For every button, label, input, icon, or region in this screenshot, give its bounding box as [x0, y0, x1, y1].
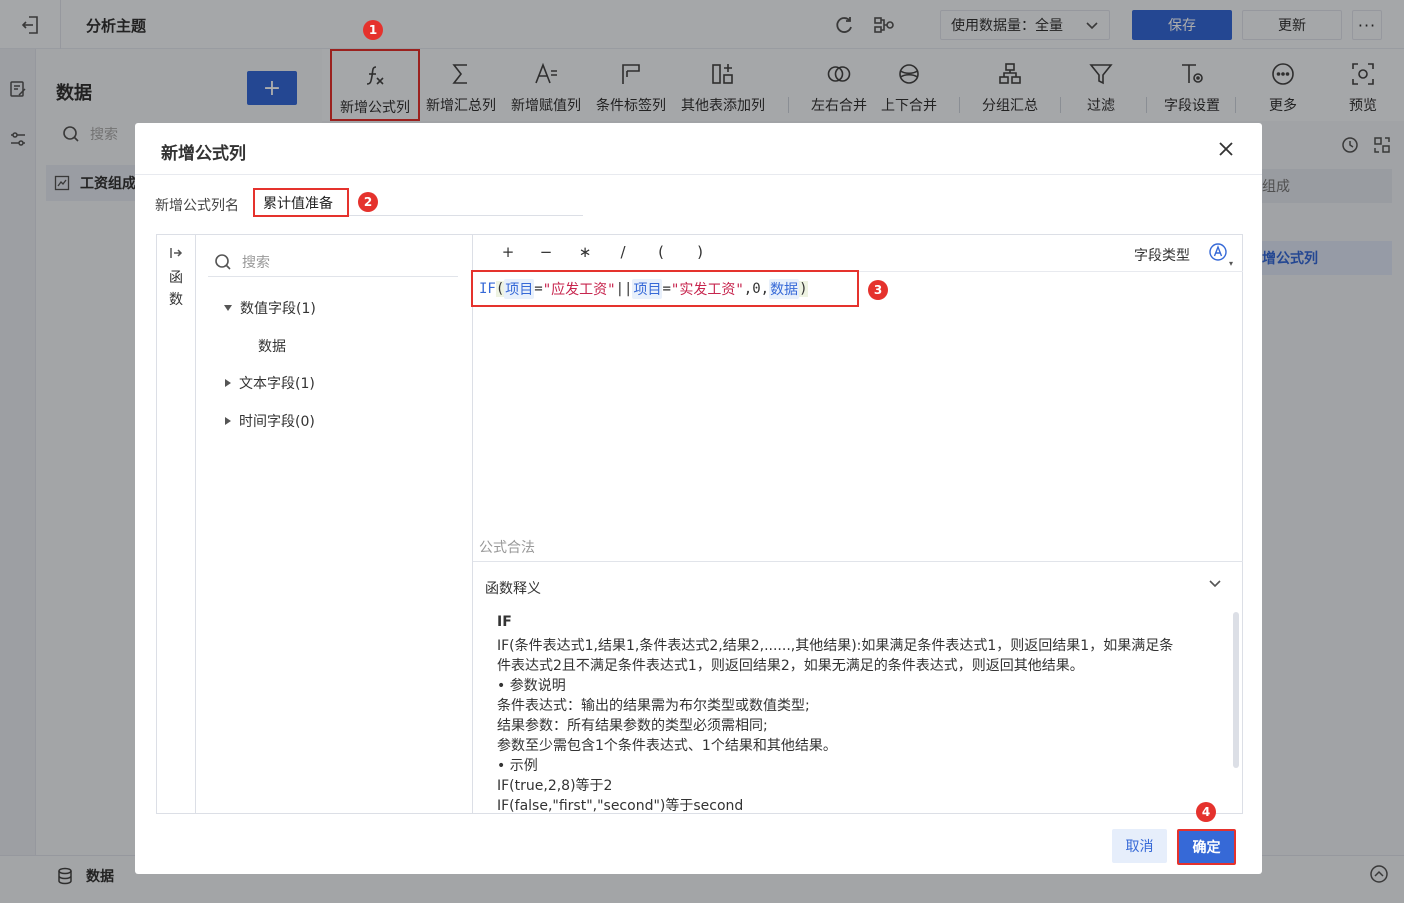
operator-bar: + − ∗ / ( ) 字段类型 ▾: [473, 235, 1243, 272]
tree-group-text[interactable]: 文本字段(1): [225, 373, 315, 393]
formula-paren: ): [799, 280, 808, 297]
dialog-title: 新增公式列: [161, 144, 246, 164]
operator-multiply-button[interactable]: ∗: [575, 243, 595, 261]
function-panel-toggle[interactable]: 函数: [157, 235, 196, 813]
explanation-content: IF IF(条件表达式1,结果1,条件表达式2,结果2,......,其他结果)…: [497, 612, 1207, 812]
tree-group-label: 时间字段(0): [239, 414, 315, 430]
caret-down-icon: ▾: [1229, 259, 1234, 268]
operator-close-paren-button[interactable]: ): [690, 243, 710, 261]
formula-operator: =: [662, 280, 671, 297]
formula-field-token: 项目: [504, 278, 535, 299]
cancel-button[interactable]: 取消: [1112, 829, 1167, 863]
explanation-line: 结果参数：所有结果参数的类型必须需相同;: [497, 718, 768, 734]
explanation-line: 参数至少需包含1个条件表达式、1个结果和其他结果。: [497, 738, 837, 754]
column-name-input[interactable]: 累计值准备: [253, 188, 349, 217]
search-icon: [215, 253, 231, 270]
explanation-line: IF(条件表达式1,结果1,条件表达式2,结果2,......,其他结果):如果…: [497, 638, 1174, 654]
explanation-function-name: IF: [497, 614, 512, 630]
step-badge: 2: [358, 192, 378, 212]
column-name-label: 新增公式列名: [155, 198, 239, 214]
formula-string: "应发工资": [542, 281, 616, 298]
step-badge: 3: [868, 280, 888, 300]
explanation-line: • 参数说明: [497, 678, 566, 694]
formula-paren: (: [495, 280, 505, 297]
operator-minus-button[interactable]: −: [536, 243, 556, 261]
function-rail-label: 函数: [169, 270, 183, 308]
explanation-line: 件表达式2且不满足条件表达式1，则返回结果2，如果无满足的条件表达式，则返回其他…: [497, 658, 1084, 674]
function-explanation-panel: 函数释义 IF IF(条件表达式1,结果1,条件表达式2,结果2,......,…: [473, 561, 1243, 813]
step-badge: 1: [363, 20, 383, 40]
tree-group-label: 文本字段(1): [239, 376, 315, 392]
explanation-line: IF(true,2,8)等于2: [497, 778, 613, 794]
formula-operator: ||: [615, 280, 633, 297]
divider: [135, 174, 1262, 175]
close-icon[interactable]: [1216, 139, 1236, 159]
field-type-label: 字段类型: [1134, 248, 1190, 264]
explanation-title: 函数释义: [485, 581, 541, 597]
tree-field-item[interactable]: 数据: [258, 336, 286, 356]
expand-panel-icon: [170, 248, 183, 258]
tree-field-label: 数据: [258, 339, 286, 355]
explanation-line: IF(false,"first","second")等于second: [497, 798, 744, 812]
field-search-input[interactable]: 搜索: [208, 247, 458, 277]
add-formula-column-dialog: 新增公式列 新增公式列名 累计值准备 函数 搜索 数值字段(1) 数据 文本字段…: [135, 123, 1262, 874]
caret-down-icon: [224, 305, 232, 311]
formula-field-token: 数据: [769, 278, 800, 299]
field-search-placeholder: 搜索: [242, 254, 270, 271]
tree-group-numeric[interactable]: 数值字段(1): [224, 298, 316, 318]
formula-validity-status: 公式合法: [479, 540, 535, 556]
formula-input[interactable]: IF(项目 = "应发工资" || 项目 = "实发工资", 0, 数据): [471, 270, 859, 307]
explanation-line: • 示例: [497, 758, 538, 774]
explanation-scrollbar[interactable]: [1233, 612, 1239, 768]
formula-operator: =: [534, 280, 543, 297]
tree-group-label: 数值字段(1): [240, 301, 316, 317]
formula-separator: ,: [743, 280, 753, 297]
formula-number: 0: [752, 280, 761, 297]
caret-right-icon: [225, 417, 231, 425]
operator-divide-button[interactable]: /: [613, 243, 633, 261]
formula-area: + − ∗ / ( ) 字段类型 ▾ IF(项目 = "应发工资" || 项目 = "实发工…: [471, 235, 1243, 813]
formula-string: "实发工资": [670, 281, 744, 298]
field-type-icon[interactable]: [1208, 242, 1228, 262]
confirm-button[interactable]: 确定: [1177, 829, 1236, 865]
caret-right-icon: [225, 379, 231, 387]
formula-editor: 函数 搜索 数值字段(1) 数据 文本字段(1) 时间字段(0) + − ∗ /…: [156, 234, 1243, 814]
formula-field-token: 项目: [632, 278, 663, 299]
tree-group-time[interactable]: 时间字段(0): [225, 411, 315, 431]
field-list-panel: 搜索 数值字段(1) 数据 文本字段(1) 时间字段(0): [196, 235, 473, 813]
step-badge: 4: [1196, 802, 1216, 822]
formula-function: IF: [479, 280, 496, 297]
formula-separator: ,: [760, 280, 770, 297]
operator-plus-button[interactable]: +: [498, 243, 518, 261]
operator-open-paren-button[interactable]: (: [651, 243, 671, 261]
explanation-line: 条件表达式：输出的结果需为布尔类型或数值类型;: [497, 698, 810, 714]
chevron-down-icon[interactable]: [1207, 576, 1223, 592]
